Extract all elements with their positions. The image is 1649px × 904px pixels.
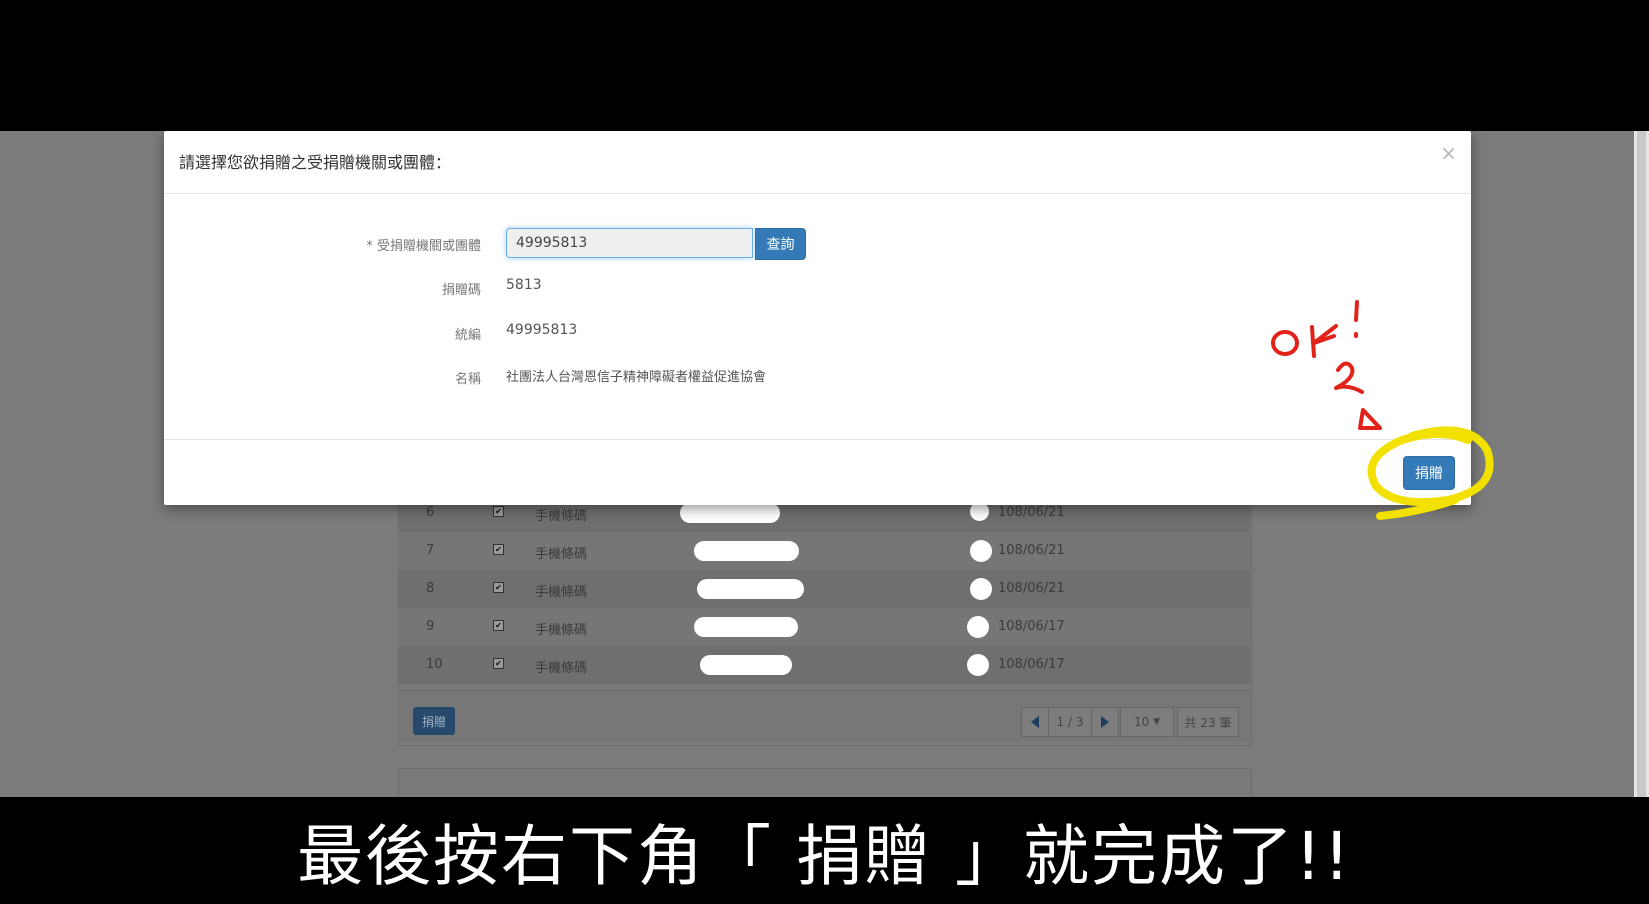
org-name-value: 社團法人台灣恩信子精神障礙者權益促進協會 xyxy=(506,370,767,385)
table-row: 7 ✔ 手機條碼 108/06/21 xyxy=(398,532,1250,570)
org-field-label: * 受捐贈機關或團體 xyxy=(366,239,481,254)
row-date: 108/06/17 xyxy=(998,657,1065,672)
modal-title: 請選擇您欲捐贈之受捐贈機關或團體： xyxy=(179,153,452,172)
row-index: 10 xyxy=(426,657,443,672)
top-letterbox xyxy=(0,0,1649,131)
pagination-page-info: 1 / 3 xyxy=(1048,707,1092,737)
row-index: 9 xyxy=(426,619,435,634)
row-carrier-type: 手機條碼 xyxy=(535,509,588,524)
chevron-right-icon xyxy=(1101,716,1109,728)
modal-footer xyxy=(164,439,1471,506)
row-date: 108/06/21 xyxy=(998,581,1065,596)
redacted-dot xyxy=(967,616,989,638)
redacted-blot xyxy=(697,579,804,599)
page-size-value: 10 xyxy=(1133,715,1150,729)
subtitle-caption: 最後按右下角「 捐贈 」就完成了!! xyxy=(297,817,1352,895)
table-row: 8 ✔ 手機條碼 108/06/21 xyxy=(398,570,1250,608)
table-row: 9 ✔ 手機條碼 108/06/17 xyxy=(398,608,1250,646)
redacted-dot xyxy=(970,578,992,600)
scrollbar-thumb[interactable] xyxy=(1637,131,1646,797)
page-size-select[interactable]: 10 ▼ xyxy=(1120,707,1174,737)
redacted-dot xyxy=(970,540,992,562)
redacted-blot xyxy=(680,503,780,523)
row-checkbox[interactable]: ✔ xyxy=(493,544,504,555)
row-index: 7 xyxy=(426,543,435,558)
row-carrier-type: 手機條碼 xyxy=(535,547,588,562)
modal-header: 請選擇您欲捐贈之受捐贈機關或團體： × xyxy=(164,131,1471,194)
background-donate-button[interactable]: 捐贈 xyxy=(413,707,455,735)
search-button[interactable]: 查詢 xyxy=(755,228,806,260)
donation-code-value: 5813 xyxy=(506,277,542,293)
close-icon[interactable]: × xyxy=(1440,141,1457,165)
row-date: 108/06/21 xyxy=(998,505,1065,520)
redacted-blot xyxy=(700,655,792,675)
pagination-prev-button[interactable] xyxy=(1021,707,1049,737)
redacted-blot xyxy=(694,617,798,637)
page-scrollbar[interactable] xyxy=(1634,131,1649,797)
org-name-label: 名稱 xyxy=(454,372,481,387)
donation-modal: 請選擇您欲捐贈之受捐贈機關或團體： × xyxy=(164,131,1471,505)
donate-button[interactable]: 捐贈 xyxy=(1403,456,1455,490)
row-carrier-type: 手機條碼 xyxy=(535,661,588,676)
pagination-next-button[interactable] xyxy=(1091,707,1119,737)
redacted-dot xyxy=(967,654,989,676)
table-row: 10 ✔ 手機條碼 108/06/17 xyxy=(398,646,1250,684)
tax-id-label: 統編 xyxy=(454,328,481,343)
row-checkbox[interactable]: ✔ xyxy=(493,506,504,517)
pagination-total: 共 23 筆 xyxy=(1177,707,1239,737)
chevron-left-icon xyxy=(1031,716,1039,728)
tax-id-value: 49995813 xyxy=(506,322,578,338)
row-checkbox[interactable]: ✔ xyxy=(493,582,504,593)
row-carrier-type: 手機條碼 xyxy=(535,585,588,600)
row-checkbox[interactable]: ✔ xyxy=(493,620,504,631)
donation-code-label: 捐贈碼 xyxy=(441,283,481,298)
row-checkbox[interactable]: ✔ xyxy=(493,658,504,669)
org-search-input[interactable] xyxy=(506,228,753,258)
row-index: 8 xyxy=(426,581,435,596)
caret-down-icon: ▼ xyxy=(1153,717,1161,727)
row-date: 108/06/21 xyxy=(998,543,1065,558)
row-index: 6 xyxy=(426,505,435,520)
redacted-blot xyxy=(694,541,799,561)
row-date: 108/06/17 xyxy=(998,619,1065,634)
row-carrier-type: 手機條碼 xyxy=(535,623,588,638)
